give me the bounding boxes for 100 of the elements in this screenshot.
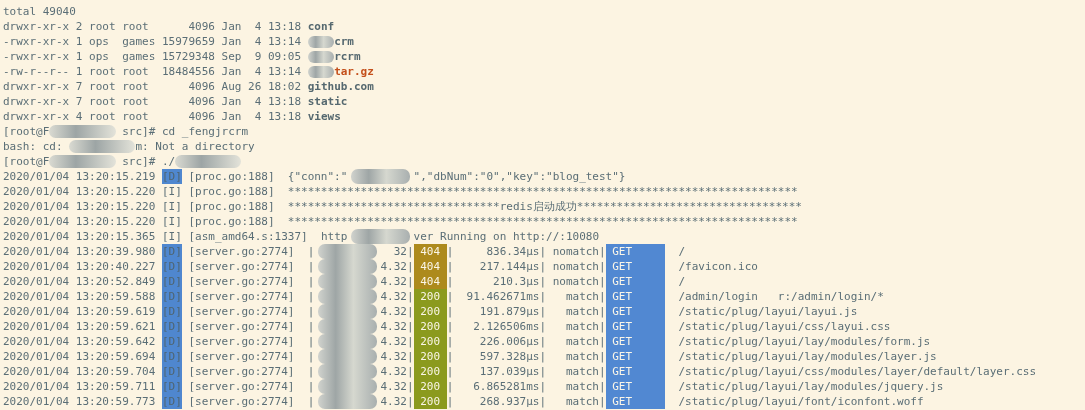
log-text: / <box>677 274 686 289</box>
log-timestamp: 2020/01/04 13:20:15.219 <box>3 169 156 184</box>
log-timestamp: 2020/01/04 13:20:59.642 <box>3 334 156 349</box>
terminal-text: src]# ./ <box>121 154 176 169</box>
log-text: | 268.937µs| <box>446 394 546 409</box>
log-timestamp: 2020/01/04 13:20:15.365 <box>3 229 156 244</box>
log-text: 4.32| <box>380 259 414 274</box>
method-badge: GET <box>605 259 666 274</box>
log-level: [D] <box>161 319 182 334</box>
log-text: http <box>319 229 348 244</box>
log-level: [I] <box>161 214 182 229</box>
log-timestamp: 2020/01/04 13:20:59.619 <box>3 304 156 319</box>
terminal-text: [root@F <box>3 124 50 139</box>
log-source: [proc.go:188] <box>188 184 275 199</box>
method-badge: GET <box>605 394 666 409</box>
log-source: [server.go:2774] <box>188 379 295 394</box>
log-text: /favicon.ico <box>677 259 758 274</box>
log-text: /admin/login r:/admin/login/* <box>677 289 884 304</box>
log-text: | <box>306 379 315 394</box>
log-text: 4.32| <box>380 379 414 394</box>
log-text: nomatch| <box>551 259 606 274</box>
log-level: [D] <box>161 304 182 319</box>
log-source: [server.go:2774] <box>188 394 295 409</box>
file-name: tar.gz <box>334 64 374 79</box>
log-level: [I] <box>161 184 182 199</box>
status-badge: 200 <box>413 289 447 304</box>
log-text: | 597.328µs| <box>446 349 546 364</box>
method-badge: GET <box>605 334 666 349</box>
log-source: [server.go:2774] <box>188 304 295 319</box>
file-listing: drwxr-xr-x 4 root root 4096 Jan 4 13:18 <box>3 109 302 124</box>
log-source: [proc.go:188] <box>188 214 275 229</box>
log-level: [D] <box>161 379 182 394</box>
log-text: 4.32| <box>380 274 414 289</box>
log-timestamp: 2020/01/04 13:20:59.704 <box>3 364 156 379</box>
log-text: | <box>306 394 315 409</box>
status-badge: 200 <box>413 349 447 364</box>
log-level: [D] <box>161 169 182 184</box>
log-source: [server.go:2774] <box>188 334 295 349</box>
log-timestamp: 2020/01/04 13:20:15.220 <box>3 184 156 199</box>
redaction-blur <box>307 36 335 48</box>
redaction-blur <box>317 394 378 409</box>
log-text: ********************************redis启动成功********************************** <box>286 199 802 214</box>
log-text: | 217.144µs| <box>446 259 546 274</box>
method-badge: GET <box>605 349 666 364</box>
log-source: [server.go:2774] <box>188 289 295 304</box>
log-text: | <box>306 304 315 319</box>
log-text: nomatch| <box>551 274 606 289</box>
log-text: ver Running on http://:10080 <box>413 229 599 244</box>
redaction-blur <box>69 140 136 153</box>
log-text: | 6.865281ms| <box>446 379 546 394</box>
file-name: views <box>307 109 341 124</box>
log-text: ","dbNum":"0","key":"blog_test"} <box>413 169 626 184</box>
log-timestamp: 2020/01/04 13:20:59.621 <box>3 319 156 334</box>
redaction-blur <box>49 155 116 168</box>
log-text: match| <box>564 319 606 334</box>
log-text: /static/plug/layui/css/layui.css <box>677 319 891 334</box>
log-text: 4.32| <box>380 289 414 304</box>
log-text: | 137.039µs| <box>446 364 546 379</box>
file-listing: -rwxr-xr-x 1 ops games 15979659 Jan 4 13:14 <box>3 34 302 49</box>
log-text: 4.32| <box>380 349 414 364</box>
file-listing: drwxr-xr-x 2 root root 4096 Jan 4 13:18 <box>3 19 302 34</box>
status-badge: 200 <box>413 364 447 379</box>
log-text: match| <box>564 304 606 319</box>
log-text: | 210.3µs| <box>446 274 546 289</box>
log-text: 4.32| <box>380 364 414 379</box>
method-badge: GET <box>605 364 666 379</box>
status-badge: 200 <box>413 304 447 319</box>
log-level: [D] <box>161 289 182 304</box>
log-timestamp: 2020/01/04 13:20:59.694 <box>3 349 156 364</box>
log-level: [D] <box>161 244 182 259</box>
log-level: [D] <box>161 364 182 379</box>
redaction-blur <box>350 169 411 184</box>
file-name: github.com <box>307 79 374 94</box>
log-text: | <box>306 364 315 379</box>
log-timestamp: 2020/01/04 13:20:59.773 <box>3 394 156 409</box>
log-level: [D] <box>161 274 182 289</box>
file-name: conf <box>307 19 335 34</box>
log-text: | <box>306 274 315 289</box>
log-text: 4.32| <box>380 304 414 319</box>
log-timestamp: 2020/01/04 13:20:15.220 <box>3 199 156 214</box>
log-text: 4.32| <box>380 319 414 334</box>
log-text: | 191.879µs| <box>446 304 546 319</box>
redaction-blur <box>350 229 411 244</box>
file-listing: -rwxr-xr-x 1 ops games 15729348 Sep 9 09:05 <box>3 49 302 64</box>
log-text: /static/plug/layui/font/iconfont.woff <box>677 394 924 409</box>
redaction-blur <box>307 51 335 63</box>
log-text: nomatch| <box>551 244 606 259</box>
log-text: /static/plug/layui/lay/modules/jquery.js <box>677 379 944 394</box>
log-text: match| <box>564 364 606 379</box>
status-badge: 200 <box>413 334 447 349</box>
status-badge: 200 <box>413 379 447 394</box>
redaction-blur <box>307 66 335 78</box>
log-text: | <box>306 244 315 259</box>
log-source: [proc.go:188] <box>188 169 275 184</box>
method-badge: GET <box>605 244 666 259</box>
log-text: | 836.34µs| <box>446 244 546 259</box>
method-badge: GET <box>605 304 666 319</box>
log-text: | 2.126506ms| <box>446 319 546 334</box>
terminal-text: src]# cd _fengjrcrm <box>121 124 249 139</box>
log-source: [asm_amd64.s:1337] <box>188 229 308 244</box>
